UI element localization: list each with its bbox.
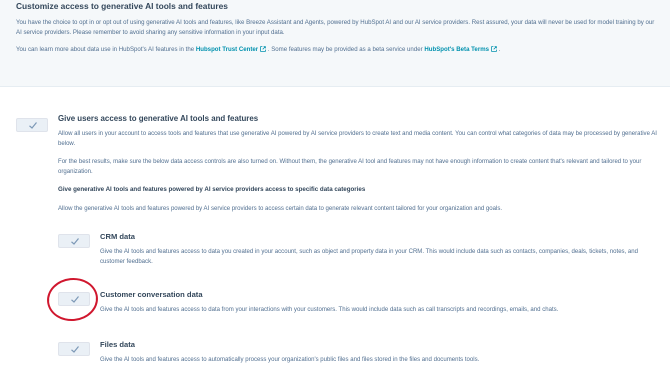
ai-access-title: Give users access to generative AI tools…: [58, 114, 259, 123]
ai-access-description: Allow all users in your account to acces…: [58, 131, 657, 148]
check-icon: [71, 296, 79, 303]
check-icon: [29, 122, 37, 129]
beta-prefix: . Some features may be provided as a bet…: [267, 46, 423, 53]
ai-settings-banner: Customize access to generative AI tools …: [0, 0, 670, 87]
banner-title: Customize access to generative AI tools …: [16, 1, 228, 11]
customer-conversation-data-description: Give the AI tools and features access to…: [100, 307, 559, 313]
check-icon: [71, 238, 79, 245]
data-categories-description: Allow the generative AI tools and featur…: [58, 206, 503, 212]
check-icon: [71, 346, 79, 353]
customer-conversation-data-title: Customer conversation data: [100, 290, 203, 299]
beta-terms-link[interactable]: HubSpot's Beta Terms: [424, 46, 489, 53]
ai-access-toggle[interactable]: [16, 118, 48, 132]
trust-center-link[interactable]: Hubspot Trust Center: [196, 46, 258, 53]
data-categories-heading: Give generative AI tools and features po…: [58, 186, 366, 193]
files-data-description: Give the AI tools and features access to…: [100, 357, 480, 363]
trust-prefix: You can learn more about data use in Hub…: [16, 46, 195, 53]
files-data-toggle[interactable]: [58, 342, 90, 356]
banner-links-line: You can learn more about data use in Hub…: [16, 45, 656, 55]
external-link-icon[interactable]: [260, 46, 266, 52]
best-results-note: For the best results, make sure the belo…: [58, 159, 642, 176]
banner-description: You have the choice to opt in or opt out…: [16, 19, 655, 36]
crm-data-toggle[interactable]: [58, 234, 90, 248]
external-link-icon[interactable]: [491, 46, 497, 52]
crm-data-description: Give the AI tools and features access to…: [100, 249, 639, 266]
crm-data-title: CRM data: [100, 232, 136, 241]
beta-suffix: .: [498, 46, 501, 53]
customer-conversation-data-toggle[interactable]: [58, 292, 90, 306]
files-data-title: Files data: [100, 340, 136, 349]
generative-ai-access-section: Give users access to generative AI tools…: [0, 100, 670, 382]
